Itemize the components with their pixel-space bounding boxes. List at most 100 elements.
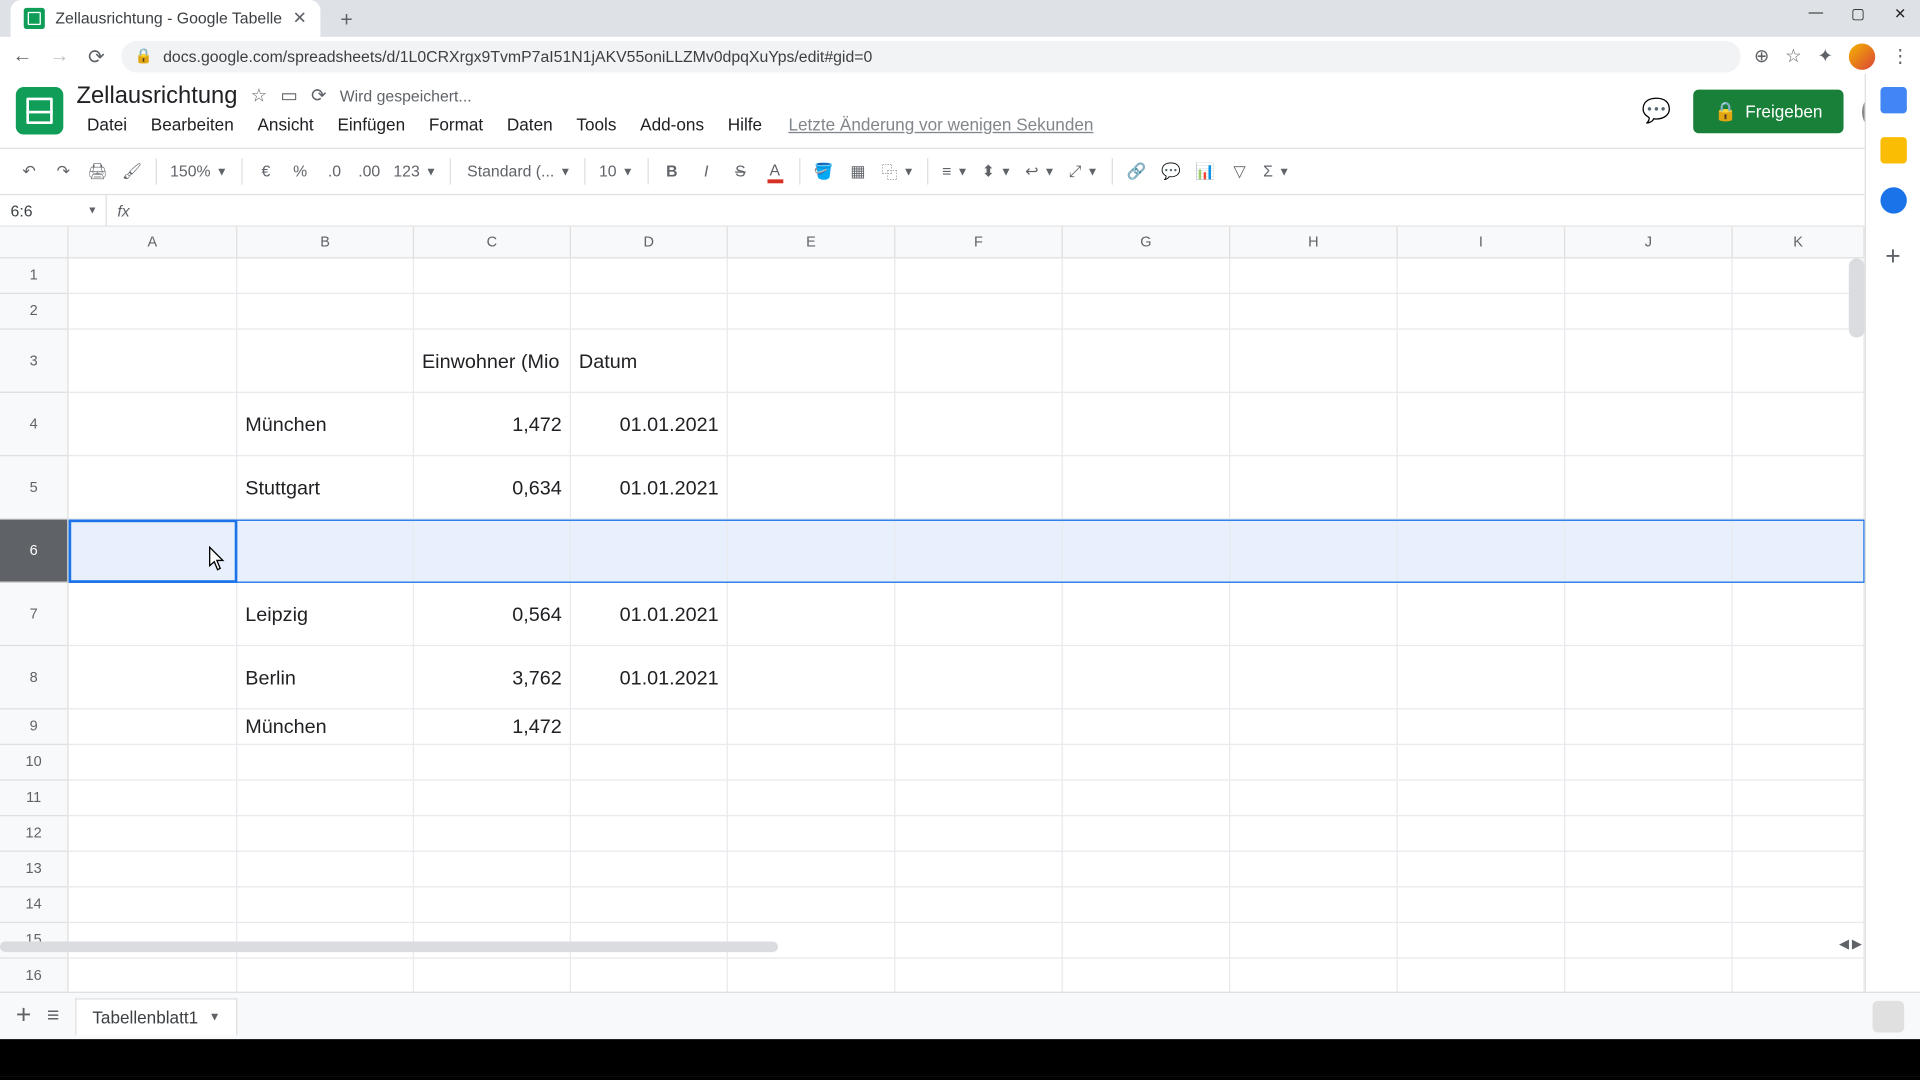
cell-K11[interactable] <box>1733 781 1865 817</box>
row-headers[interactable]: 12345678910111213141516 <box>0 258 69 994</box>
address-bar[interactable]: 🔒 docs.google.com/spreadsheets/d/1L0CRXr… <box>121 40 1740 72</box>
cell-F2[interactable] <box>895 294 1062 330</box>
cell-I7[interactable] <box>1398 583 1565 646</box>
row-header-6[interactable]: 6 <box>0 520 67 583</box>
cell-J9[interactable] <box>1565 709 1732 745</box>
share-button[interactable]: 🔒 Freigeben <box>1693 90 1843 134</box>
print-button[interactable]: 🖨 <box>82 154 114 188</box>
menu-daten[interactable]: Daten <box>496 112 563 137</box>
cell-B13[interactable] <box>237 852 414 888</box>
cell-G2[interactable] <box>1063 294 1230 330</box>
maximize-button[interactable]: ▢ <box>1846 5 1870 22</box>
cell-G10[interactable] <box>1063 745 1230 781</box>
forward-button[interactable]: → <box>47 44 71 68</box>
cell-B12[interactable] <box>237 816 414 852</box>
cell-I14[interactable] <box>1398 887 1565 923</box>
cell-G13[interactable] <box>1063 852 1230 888</box>
cell-B5[interactable]: Stuttgart <box>237 456 414 519</box>
cell-J16[interactable] <box>1565 959 1732 995</box>
menu-datei[interactable]: Datei <box>76 112 137 137</box>
cell-D11[interactable] <box>571 781 728 817</box>
cell-F3[interactable] <box>895 330 1062 393</box>
cell-H12[interactable] <box>1230 816 1397 852</box>
cell-C14[interactable] <box>414 887 571 923</box>
cell-J1[interactable] <box>1565 258 1732 294</box>
cell-H11[interactable] <box>1230 781 1397 817</box>
cell-G16[interactable] <box>1063 959 1230 995</box>
functions-dropdown[interactable]: Σ▼ <box>1258 162 1295 180</box>
cell-K9[interactable] <box>1733 709 1865 745</box>
explore-button[interactable] <box>1873 1000 1905 1032</box>
select-all-corner[interactable] <box>0 227 69 259</box>
cell-A12[interactable] <box>69 816 238 852</box>
cell-G5[interactable] <box>1063 456 1230 519</box>
cell-A13[interactable] <box>69 852 238 888</box>
cell-B4[interactable]: München <box>237 393 414 456</box>
cell-K4[interactable] <box>1733 393 1865 456</box>
menu-ansicht[interactable]: Ansicht <box>247 112 324 137</box>
cell-G14[interactable] <box>1063 887 1230 923</box>
vertical-scrollbar[interactable] <box>1849 258 1865 337</box>
cell-A14[interactable] <box>69 887 238 923</box>
font-dropdown[interactable]: Standard (...▼ <box>459 162 576 180</box>
cell-C2[interactable] <box>414 294 571 330</box>
all-sheets-button[interactable]: ≡ <box>47 1004 59 1028</box>
cell-J4[interactable] <box>1565 393 1732 456</box>
star-icon[interactable]: ☆ <box>251 84 268 106</box>
insert-comment-button[interactable]: 💬 <box>1155 154 1187 188</box>
cell-G12[interactable] <box>1063 816 1230 852</box>
minimize-button[interactable]: — <box>1804 5 1828 22</box>
cell-B9[interactable]: München <box>237 709 414 745</box>
menu-tools[interactable]: Tools <box>566 112 627 137</box>
column-header-A[interactable]: A <box>69 227 238 257</box>
font-size-dropdown[interactable]: 10▼ <box>594 162 639 180</box>
chevron-down-icon[interactable]: ▼ <box>209 1010 221 1023</box>
cell-F8[interactable] <box>895 646 1062 709</box>
cell-F9[interactable] <box>895 709 1062 745</box>
cell-I11[interactable] <box>1398 781 1565 817</box>
cell-F12[interactable] <box>895 816 1062 852</box>
paint-format-button[interactable]: 🖌 <box>116 154 148 188</box>
cell-F14[interactable] <box>895 887 1062 923</box>
borders-button[interactable]: ▦ <box>842 154 874 188</box>
cell-E6[interactable] <box>728 520 895 583</box>
back-button[interactable]: ← <box>11 44 35 68</box>
row-header-2[interactable]: 2 <box>0 294 67 330</box>
cell-F6[interactable] <box>895 520 1062 583</box>
column-header-K[interactable]: K <box>1733 227 1865 257</box>
text-rotation-dropdown[interactable]: ⤢▼ <box>1063 162 1103 182</box>
cell-A9[interactable] <box>69 709 238 745</box>
cell-K14[interactable] <box>1733 887 1865 923</box>
cell-E7[interactable] <box>728 583 895 646</box>
cell-I9[interactable] <box>1398 709 1565 745</box>
number-format-dropdown[interactable]: 123▼ <box>388 162 442 180</box>
row-header-12[interactable]: 12 <box>0 816 67 852</box>
cells-area[interactable]: Einwohner (MioDatumMünchen1,47201.01.202… <box>69 258 1865 1039</box>
cell-A4[interactable] <box>69 393 238 456</box>
cell-E3[interactable] <box>728 330 895 393</box>
cell-A1[interactable] <box>69 258 238 294</box>
new-tab-button[interactable]: + <box>331 5 363 37</box>
cell-E8[interactable] <box>728 646 895 709</box>
text-wrap-dropdown[interactable]: ↩▼ <box>1020 162 1061 180</box>
cell-C16[interactable] <box>414 959 571 995</box>
cell-E1[interactable] <box>728 258 895 294</box>
comments-button[interactable]: 💬 <box>1638 93 1675 130</box>
row-header-3[interactable]: 3 <box>0 330 67 393</box>
column-header-B[interactable]: B <box>237 227 414 257</box>
bookmark-icon[interactable]: ☆ <box>1785 45 1802 67</box>
cell-H7[interactable] <box>1230 583 1397 646</box>
cell-C4[interactable]: 1,472 <box>414 393 571 456</box>
cell-F10[interactable] <box>895 745 1062 781</box>
cell-F4[interactable] <box>895 393 1062 456</box>
row-header-7[interactable]: 7 <box>0 583 67 646</box>
add-sheet-button[interactable]: + <box>16 1001 31 1031</box>
currency-button[interactable]: € <box>250 154 282 188</box>
cell-D1[interactable] <box>571 258 728 294</box>
cell-C9[interactable]: 1,472 <box>414 709 571 745</box>
cell-C12[interactable] <box>414 816 571 852</box>
cell-J5[interactable] <box>1565 456 1732 519</box>
cell-D4[interactable]: 01.01.2021 <box>571 393 728 456</box>
row-header-8[interactable]: 8 <box>0 646 67 709</box>
cell-J12[interactable] <box>1565 816 1732 852</box>
